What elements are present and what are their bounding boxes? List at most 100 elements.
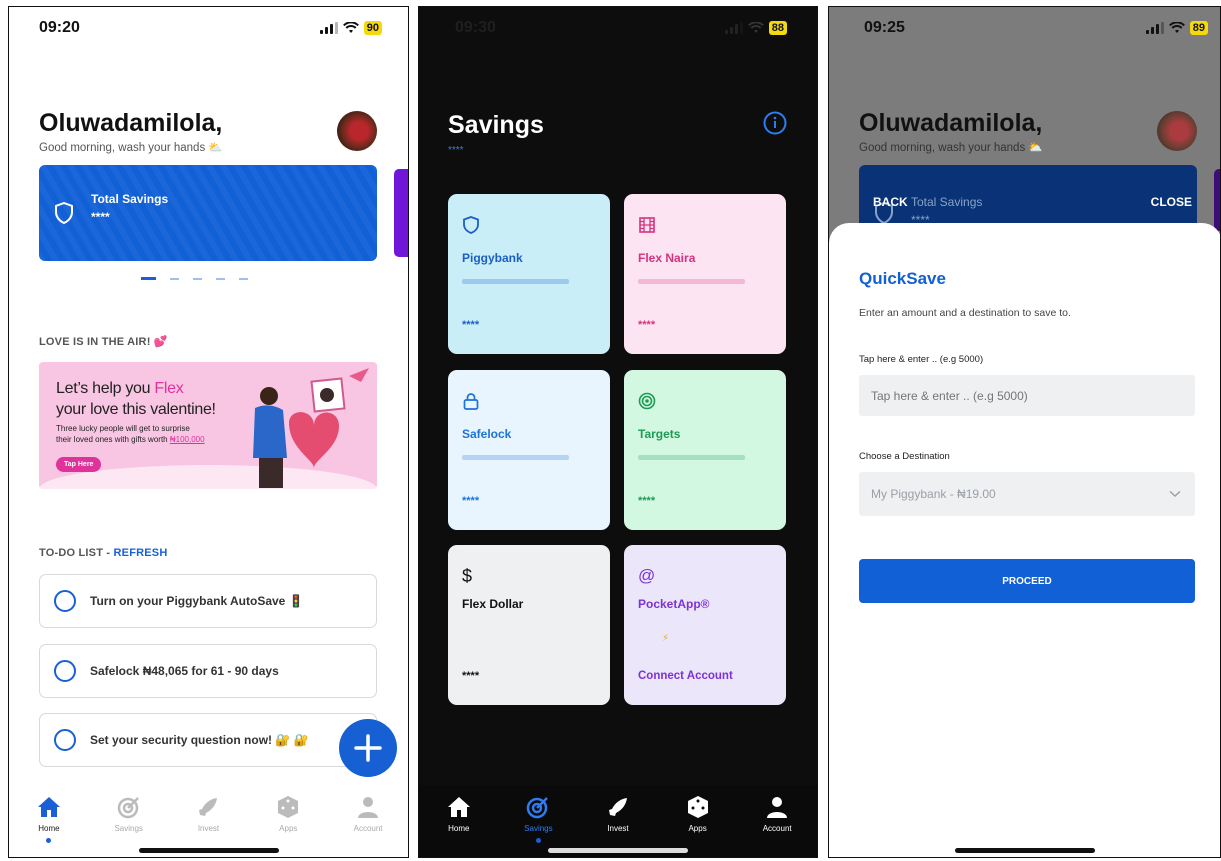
flex-dollar-card[interactable]: $ Flex Dollar **** <box>448 545 610 705</box>
valentine-banner[interactable]: Let’s help you Flex your love this valen… <box>39 362 377 489</box>
proceed-button[interactable]: PROCEED <box>859 559 1195 603</box>
back-button[interactable]: BACK <box>873 195 908 209</box>
targets-desc <box>638 455 746 460</box>
close-button[interactable]: CLOSE <box>1151 195 1192 209</box>
tab-home[interactable]: Home <box>19 795 79 857</box>
active-tab-dot <box>46 838 52 843</box>
safelock-card[interactable]: Safelock **** <box>448 370 610 530</box>
battery-indicator: 89 <box>1189 21 1208 35</box>
pocketapp-title: PocketApp® <box>638 597 710 611</box>
todo-item-safelock[interactable]: Safelock ₦48,065 for 61 - 90 days <box>39 644 377 698</box>
home-screen: 09:20 90 Oluwadamilola, Good morning, wa… <box>8 6 409 858</box>
wifi-icon <box>747 22 764 33</box>
flex-dollar-title: Flex Dollar <box>462 597 524 611</box>
amount-label: Tap here & enter .. (e.g 5000) <box>859 354 984 365</box>
dice-icon <box>687 796 708 818</box>
battery-indicator: 88 <box>768 21 787 35</box>
status-icons: 90 <box>319 21 382 35</box>
status-icons: 89 <box>1145 21 1208 35</box>
avatar[interactable] <box>337 111 377 151</box>
banner-headline-2: your love this valentine! <box>56 401 216 418</box>
targets-card[interactable]: Targets **** <box>624 370 786 530</box>
piggybank-desc <box>462 279 570 284</box>
todo-checkbox[interactable] <box>54 660 76 682</box>
flex-naira-card[interactable]: Flex Naira **** <box>624 194 786 354</box>
tab-account[interactable]: Account <box>338 795 398 857</box>
status-time: 09:20 <box>39 19 80 36</box>
home-indicator <box>138 848 279 853</box>
safelock-balance: **** <box>462 495 480 507</box>
sheet-title: QuickSave <box>859 269 946 288</box>
home-indicator <box>954 848 1095 853</box>
destination-label: Choose a Destination <box>859 451 950 462</box>
home-icon <box>447 797 470 817</box>
add-fab-button[interactable] <box>339 719 397 777</box>
shield-icon <box>55 202 73 224</box>
connect-account-link[interactable]: Connect Account <box>638 670 733 682</box>
todo-item-autosave[interactable]: Turn on your Piggybank AutoSave 🚦 <box>39 574 377 628</box>
valentine-illustration-icon <box>253 368 369 488</box>
banner-headline-1: Let’s help you Flex <box>56 380 184 397</box>
flex-dollar-balance: **** <box>462 670 480 682</box>
total-savings-amount: **** <box>91 210 110 224</box>
next-card-peek[interactable] <box>394 169 408 257</box>
film-icon <box>639 217 655 233</box>
todo-checkbox[interactable] <box>54 590 76 612</box>
greeting-subtitle: Good morning, wash your hands ⛅ <box>39 142 223 154</box>
status-icons: 88 <box>724 21 787 35</box>
banner-desc-2: their loved ones with gifts worth ₦100,0… <box>56 435 205 444</box>
savings-screen: 09:30 88 Savings **** Piggybank **** Fle… <box>418 6 818 858</box>
battery-indicator: 90 <box>363 21 382 35</box>
sheet-description: Enter an amount and a destination to sav… <box>859 307 1071 319</box>
total-savings-card[interactable]: Total Savings **** <box>39 165 377 261</box>
pocketapp-card[interactable]: @ PocketApp® ⚡ Connect Account <box>624 545 786 705</box>
piggybank-title: Piggybank <box>462 251 523 265</box>
signal-icon <box>724 22 743 34</box>
signal-icon <box>1145 22 1164 34</box>
page-title: Savings <box>448 111 544 139</box>
savings-target-icon <box>117 797 139 819</box>
savings-target-icon <box>527 797 549 819</box>
at-sign-icon: @ <box>638 566 656 585</box>
lightning-icon: ⚡ <box>662 633 670 644</box>
shield-icon <box>463 216 479 234</box>
home-indicator <box>548 848 688 853</box>
dice-icon <box>278 796 299 818</box>
amount-input[interactable] <box>859 375 1195 416</box>
status-time: 09:25 <box>864 19 905 36</box>
todo-section-label: TO-DO LIST - REFRESH <box>39 547 168 559</box>
greeting-name: Oluwadamilola, <box>859 109 1043 137</box>
quicksave-screen: 09:25 89 Oluwadamilola, Good morning, wa… <box>828 6 1221 858</box>
flex-naira-title: Flex Naira <box>638 251 696 265</box>
quicksave-sheet: QuickSave Enter an amount and a destinat… <box>829 223 1220 857</box>
targets-title: Targets <box>638 427 681 441</box>
target-icon <box>638 392 656 410</box>
safelock-title: Safelock <box>462 427 512 441</box>
tap-here-button[interactable]: Tap Here <box>56 457 102 472</box>
tab-home[interactable]: Home <box>429 795 489 857</box>
chevron-down-icon <box>1169 490 1181 497</box>
carousel-pager[interactable] <box>141 277 248 280</box>
next-card-peek <box>1214 169 1220 231</box>
status-time: 09:30 <box>455 19 496 36</box>
flex-naira-desc <box>638 279 746 284</box>
avatar <box>1157 111 1197 151</box>
wifi-icon <box>342 22 359 33</box>
piggybank-card[interactable]: Piggybank **** <box>448 194 610 354</box>
user-icon <box>767 797 788 818</box>
flex-naira-balance: **** <box>638 319 656 331</box>
total-savings-title: Total Savings <box>91 192 169 206</box>
signal-icon <box>319 22 338 34</box>
targets-balance: **** <box>638 495 656 507</box>
home-icon <box>37 797 60 817</box>
info-icon[interactable] <box>763 111 787 135</box>
todo-item-security-question[interactable]: Set your security question now! 🔐 🔐 <box>39 713 377 767</box>
refresh-link[interactable]: REFRESH <box>114 547 168 559</box>
destination-select[interactable]: My Piggybank - ₦19.00 <box>859 472 1195 516</box>
tab-account[interactable]: Account <box>747 795 807 857</box>
todo-checkbox[interactable] <box>54 729 76 751</box>
rocket-icon <box>608 798 627 816</box>
promo-section-label: LOVE IS IN THE AIR! 💕 <box>39 336 168 348</box>
greeting-subtitle: Good morning, wash your hands ⛅ <box>859 142 1043 154</box>
banner-desc-1: Three lucky people will get to surprise <box>56 424 190 433</box>
